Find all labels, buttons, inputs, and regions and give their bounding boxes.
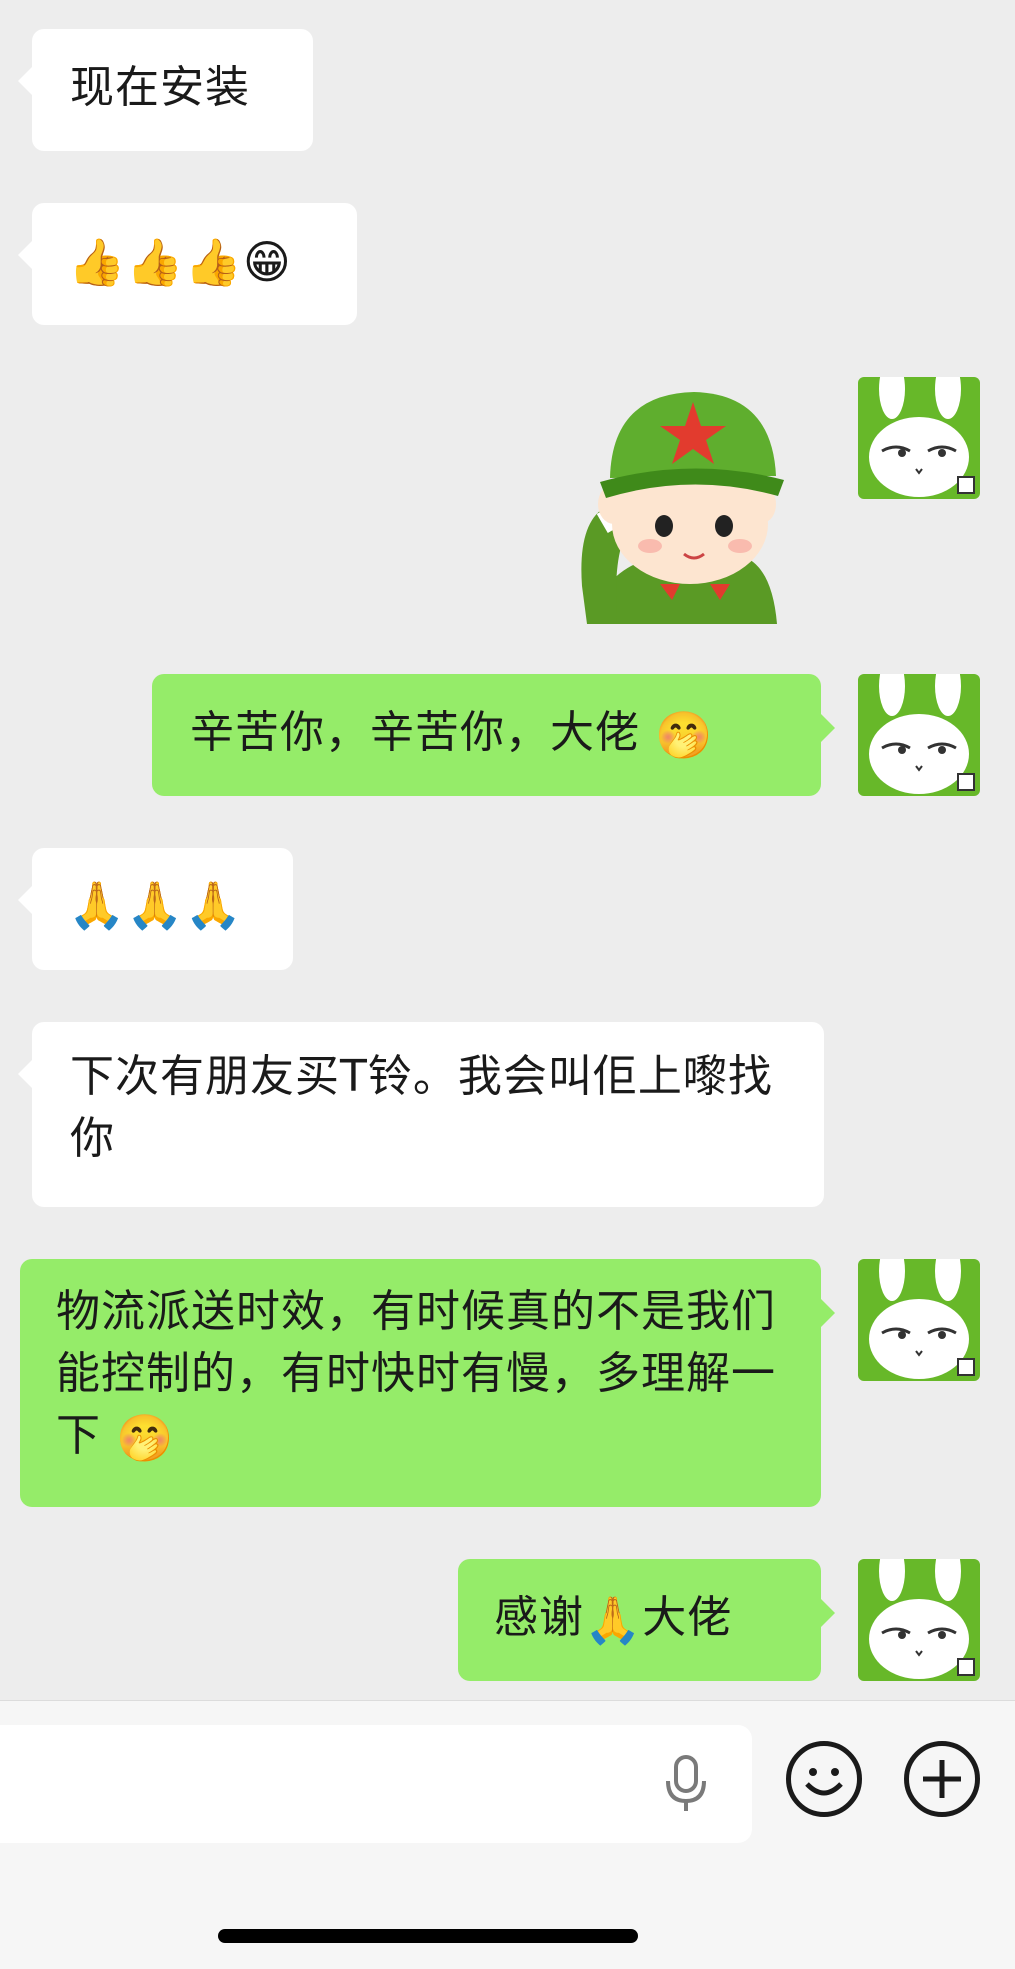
message-text-after: 大佬 — [642, 1592, 733, 1643]
message-bubble-outgoing[interactable]: 物流派送时效，有时候真的不是我们能控制的，有时快时有慢，多理解一下 🤭 — [20, 1259, 835, 1507]
home-indicator — [218, 1929, 638, 1943]
smiley-face-icon[interactable] — [786, 1741, 862, 1817]
white-rabbit-avatar-icon[interactable] — [858, 674, 980, 796]
smirk-emoji-icon: 🤭 — [116, 1411, 175, 1465]
message-text: 辛苦你，辛苦你，大佬 — [190, 707, 640, 758]
message-bubble-incoming[interactable]: 🙏🙏🙏 — [18, 848, 293, 970]
message-bubble-outgoing[interactable]: 感谢🙏大佬 — [458, 1559, 835, 1681]
white-rabbit-avatar-icon[interactable] — [858, 1259, 980, 1381]
message-text: 下次有朋友买T铃。我会叫佢上嚟找你 — [70, 1051, 773, 1164]
message-text-before: 感谢 — [494, 1592, 584, 1643]
message-bubble-incoming[interactable]: 现在安装 — [18, 29, 313, 151]
message-text: 现在安装 — [70, 62, 250, 113]
microphone-icon[interactable] — [660, 1753, 712, 1819]
message-input[interactable] — [0, 1725, 752, 1843]
white-rabbit-avatar-icon[interactable] — [858, 1559, 980, 1681]
soldier-salute-sticker[interactable] — [572, 386, 812, 624]
chat-input-bar — [0, 1700, 1015, 1969]
message-bubble-incoming[interactable]: 👍👍👍😁 — [18, 203, 357, 325]
smirk-emoji-icon: 🤭 — [655, 708, 714, 762]
thumbs-up-emoji-icon: 👍👍👍😁 — [68, 235, 292, 289]
message-bubble-outgoing[interactable]: 辛苦你，辛苦你，大佬 🤭 — [152, 674, 835, 796]
praying-hands-emoji-icon: 🙏 — [584, 1593, 643, 1647]
praying-hands-emoji-icon: 🙏🙏🙏 — [68, 878, 243, 932]
plus-icon[interactable] — [904, 1741, 980, 1817]
message-bubble-incoming[interactable]: 下次有朋友买T铃。我会叫佢上嚟找你 — [18, 1022, 824, 1207]
white-rabbit-avatar-icon[interactable] — [858, 377, 980, 499]
